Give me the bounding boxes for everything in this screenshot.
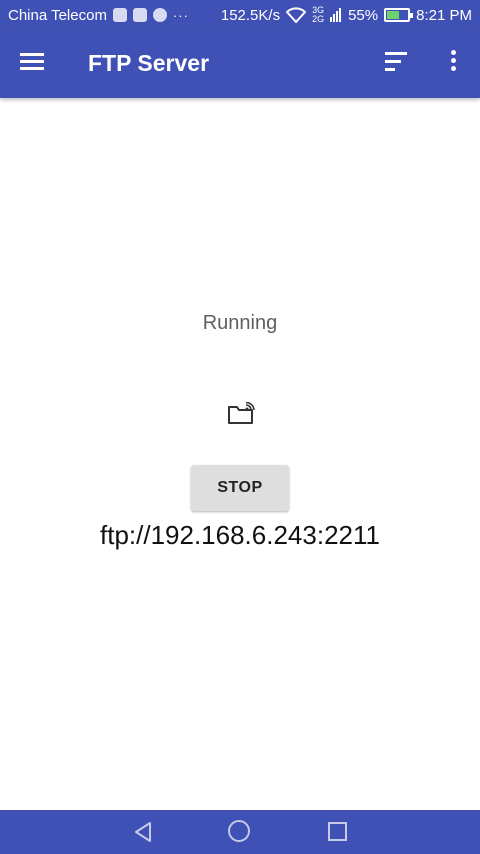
- carrier-label: China Telecom: [8, 6, 107, 24]
- folder-share-icon: [228, 402, 255, 424]
- server-status-text: Running: [202, 312, 278, 334]
- clock: 8:21 PM: [416, 6, 472, 24]
- app-title: FTP Server: [88, 50, 210, 76]
- overflow-notifications: ···: [172, 7, 189, 23]
- status-bar-right: 152.5K/s 3G 2G 55% 8:21 PM: [221, 0, 472, 30]
- recents-icon[interactable]: [328, 822, 347, 841]
- usb-notification-icon: [152, 8, 167, 22]
- navigation-bar: [0, 810, 480, 854]
- hamburger-menu-icon[interactable]: [20, 50, 50, 78]
- ftp-address: ftp://192.168.6.243:2211: [100, 520, 380, 550]
- net-speed: 152.5K/s: [220, 6, 281, 24]
- home-icon[interactable]: [228, 820, 250, 842]
- network-type-bottom: 2G: [312, 14, 325, 24]
- status-bar-left: China Telecom ···: [8, 0, 189, 30]
- app-bar: FTP Server: [0, 30, 480, 98]
- gallery-notification-icon: [132, 8, 147, 22]
- more-vert-icon[interactable]: [444, 50, 462, 78]
- status-bar: China Telecom ··· 152.5K/s 3G 2G 55% 8:2…: [0, 0, 480, 30]
- wifi-icon: [286, 7, 307, 23]
- back-icon[interactable]: [132, 820, 154, 844]
- battery-icon: [384, 8, 414, 22]
- stop-button[interactable]: STOP: [191, 465, 289, 511]
- network-type: 3G 2G: [312, 6, 324, 24]
- signal-icon: [330, 8, 342, 22]
- battery-percent: 55%: [348, 6, 379, 24]
- sort-icon[interactable]: [385, 52, 419, 78]
- app-notification-icon: [112, 8, 127, 22]
